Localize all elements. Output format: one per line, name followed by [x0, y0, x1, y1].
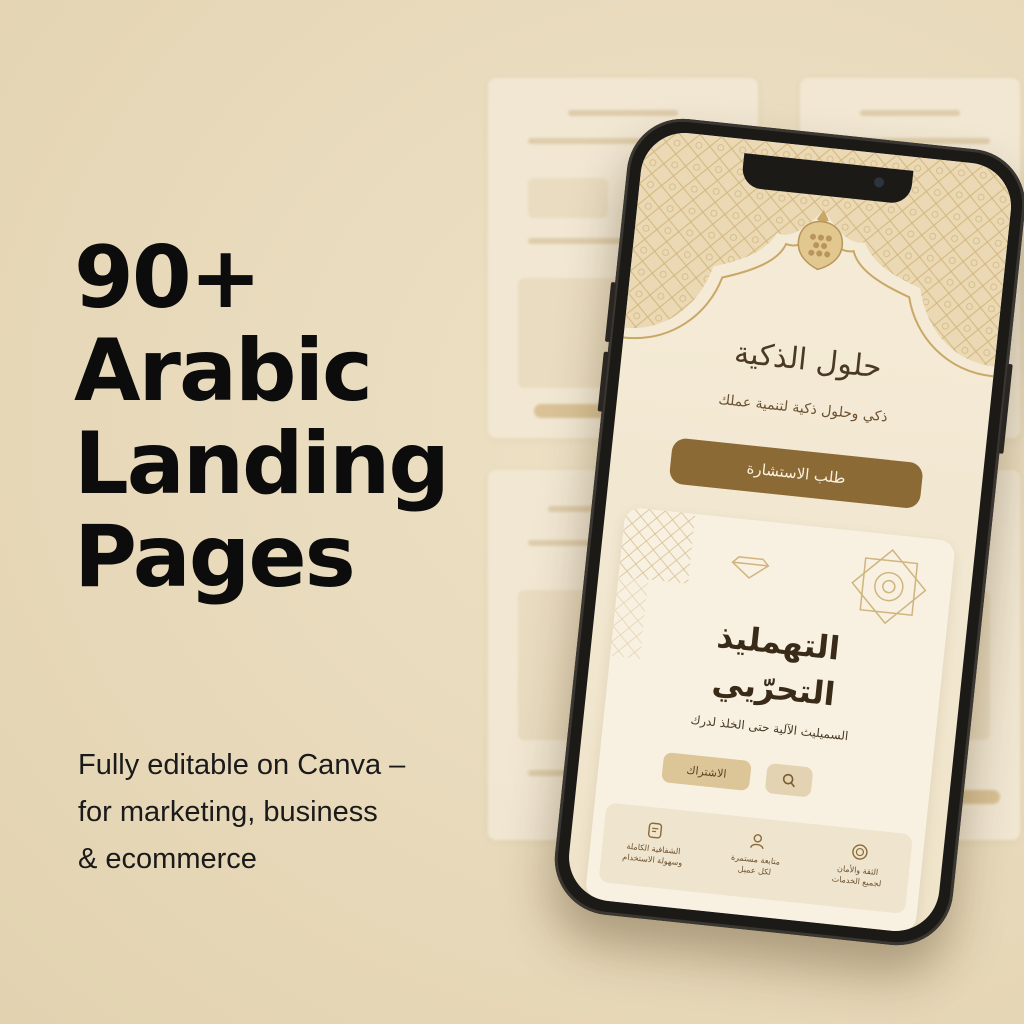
headline-line: Pages: [74, 507, 356, 607]
subscribe-button[interactable]: الاشتراك: [661, 752, 752, 792]
headline-line: Arabic: [74, 321, 373, 421]
feature-item: متابعة مستمرة لكل عميل: [710, 828, 802, 881]
badge-icon: [851, 844, 868, 860]
feature-list: الشفافية الكاملة وسهولة الاستخدام متابعة…: [598, 802, 914, 915]
tagline-line: Fully editable on Canva –: [78, 749, 406, 781]
tagline-line: & ecommerce: [78, 843, 257, 875]
tagline: Fully editable on Canva – for marketing,…: [78, 742, 405, 883]
headline-line: 90+: [74, 228, 262, 328]
phone-mockup: حلول الذكية ذكي وحلول ذكية لتنمية عملك ط…: [549, 113, 1024, 951]
user-icon: [750, 834, 764, 850]
headline-line: Landing: [74, 414, 450, 514]
headline: 90+ Arabic Landing Pages: [74, 228, 450, 607]
feature-card: التهمليذ التحرّيي السميليث الآلية حتى ال…: [584, 506, 956, 934]
cta-button[interactable]: طلب الاستشارة: [668, 437, 924, 510]
feature-item: الشفافية الكاملة وسهولة الاستخدام: [608, 817, 700, 870]
search-button[interactable]: [764, 762, 814, 798]
camera-icon: [873, 176, 885, 188]
search-icon: [782, 773, 796, 788]
feature-item: الثقة والأمان لجميع الخدمات: [812, 838, 904, 891]
phone-screen: حلول الذكية ذكي وحلول ذكية لتنمية عملك ط…: [564, 128, 1016, 936]
document-icon: [648, 822, 663, 839]
tagline-line: for marketing, business: [78, 796, 378, 828]
